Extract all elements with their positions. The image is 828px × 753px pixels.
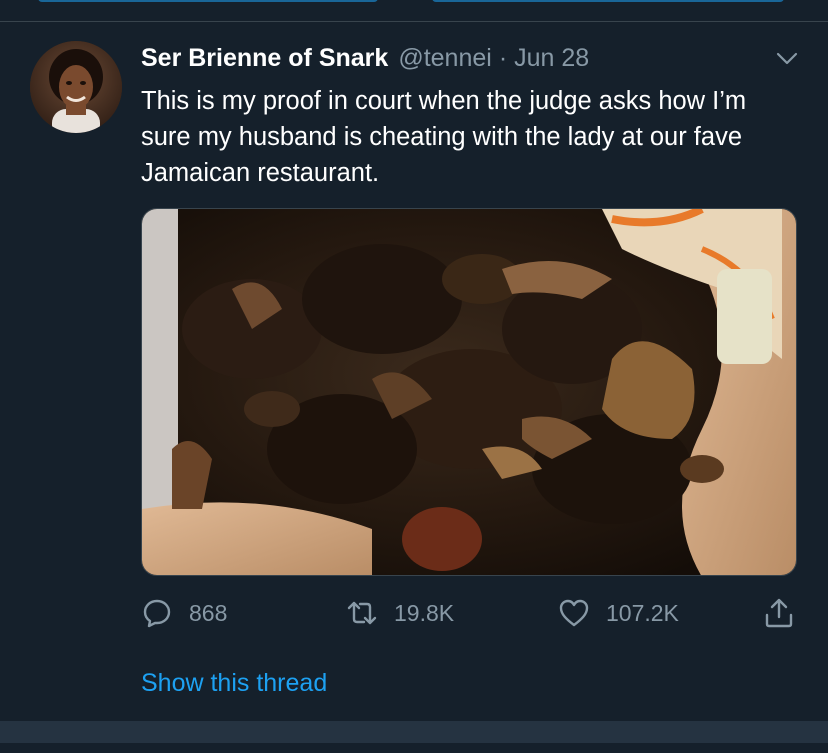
show-thread-link[interactable]: Show this thread xyxy=(141,669,327,698)
tweet-text: This is my proof in court when the judge… xyxy=(141,87,747,187)
tweet-actions: 868 19.8K 107.2K xyxy=(141,593,801,633)
tweet[interactable]: Ser Brienne of Snark @tennei · Jun 28 Th… xyxy=(0,23,828,719)
share-icon[interactable] xyxy=(763,597,795,629)
avatar[interactable] xyxy=(30,41,122,133)
share-button[interactable] xyxy=(763,593,795,633)
user-handle[interactable]: @tennei xyxy=(398,44,492,73)
section-divider xyxy=(0,721,828,743)
food-photo xyxy=(142,209,796,575)
like-button[interactable]: 107.2K xyxy=(558,593,679,633)
display-name[interactable]: Ser Brienne of Snark xyxy=(141,44,388,73)
like-count: 107.2K xyxy=(606,599,679,626)
retweet-button[interactable]: 19.8K xyxy=(346,593,454,633)
tweet-header: Ser Brienne of Snark @tennei · Jun 28 xyxy=(141,44,798,74)
retweet-count: 19.8K xyxy=(394,599,455,626)
separator-dot: · xyxy=(498,44,508,72)
previous-tweet-button-edge[interactable] xyxy=(38,0,378,2)
reply-icon[interactable] xyxy=(141,597,173,629)
tweet-date[interactable]: Jun 28 xyxy=(514,44,589,73)
avatar-image xyxy=(30,41,122,133)
retweet-icon[interactable] xyxy=(346,597,378,629)
chevron-down-icon[interactable] xyxy=(776,52,798,66)
top-strip xyxy=(0,0,828,22)
tweet-media-photo[interactable] xyxy=(141,208,797,576)
heart-icon[interactable] xyxy=(558,597,590,629)
reply-button[interactable]: 868 xyxy=(141,593,227,633)
reply-count: 868 xyxy=(189,599,228,626)
previous-tweet-button-edge[interactable] xyxy=(432,0,784,2)
